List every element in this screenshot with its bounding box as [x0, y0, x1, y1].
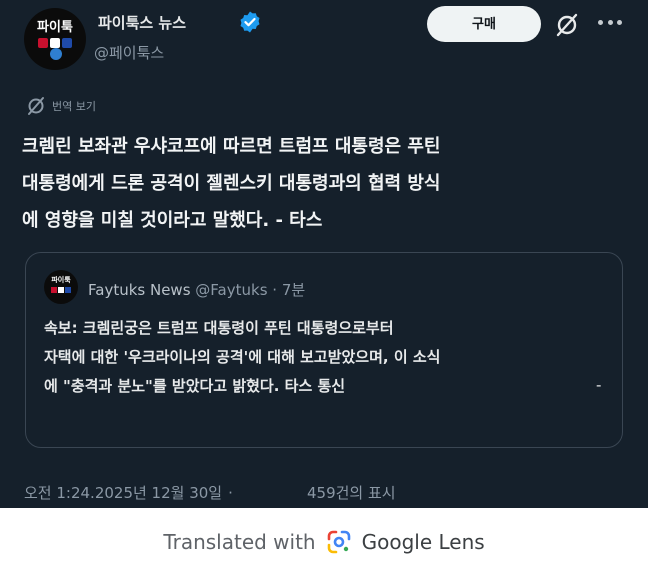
post-line: 대통령에게 드론 공격이 젤렌스키 대통령과의 협력 방식: [22, 173, 441, 194]
buy-button[interactable]: 구매: [427, 6, 541, 42]
meta-separator: ·: [272, 281, 278, 299]
quoted-author-avatar: 파이툭: [44, 270, 78, 304]
post-body: 크렘린 보좌관 우샤코프에 따르면 트럼프 대통령은 푸틴 대통령에게 드론 공…: [22, 128, 622, 239]
quoted-post[interactable]: 파이툭 Faytuks News @Faytuks · 7분 속보: 크렘린궁은…: [25, 252, 623, 448]
quoted-avatar-text: 파이툭: [51, 276, 71, 284]
view-count: 459건의 표시: [307, 484, 396, 502]
translate-post-link[interactable]: 번역 보기: [26, 95, 96, 117]
avatar-flags: [38, 38, 72, 48]
lens-prefix-text: Translated with: [163, 530, 316, 554]
post-header: 파이툭 파이툭스 뉴스 @페이툭스 구매: [0, 0, 648, 90]
quoted-author-name: Faytuks News: [88, 281, 191, 299]
author-avatar[interactable]: 파이툭: [24, 8, 86, 70]
translate-label: 번역 보기: [52, 100, 96, 113]
quoted-line: 에 "충격과 분노"를 받았다고 밝혔다. 타스 통신: [44, 377, 346, 395]
lens-brand-text: Google Lens: [361, 530, 485, 554]
quoted-line: 자택에 대한 '우크라이나의 공격'에 대해 보고받았으며, 이 소식: [44, 348, 441, 366]
grok-icon[interactable]: [554, 12, 580, 38]
post-line: 에 영향을 미칠 것이라고 말했다. - 타스: [22, 210, 323, 231]
translate-icon: [28, 97, 44, 115]
more-options-icon[interactable]: [598, 20, 622, 28]
quoted-author-handle: @Faytuks: [195, 281, 268, 299]
quoted-trailing-dash: -: [596, 376, 602, 394]
google-lens-banner: Translated with Google Lens: [0, 508, 648, 576]
verified-badge-icon: [240, 11, 260, 33]
post-timestamp[interactable]: 오전 1:24.2025년 12월 30일: [24, 484, 222, 502]
quoted-post-time: 7분: [281, 281, 306, 299]
globe-icon: [50, 48, 62, 60]
quoted-post-meta: Faytuks News @Faytuks · 7분: [88, 279, 305, 300]
google-lens-icon: [327, 530, 350, 554]
quoted-post-body: 속보: 크렘린궁은 트럼프 대통령이 푸틴 대통령으로부터 자택에 대한 '우크…: [44, 314, 624, 401]
post-footer-meta: 오전 1:24.2025년 12월 30일 · 459건의 표시: [24, 482, 396, 503]
author-display-name[interactable]: 파이툭스 뉴스: [98, 12, 186, 33]
quoted-line: 속보: 크렘린궁은 트럼프 대통령이 푸틴 대통령으로부터: [44, 319, 394, 337]
post-line: 크렘린 보좌관 우샤코프에 따르면 트럼프 대통령은 푸틴: [22, 136, 441, 157]
author-handle[interactable]: @페이툭스: [94, 42, 164, 63]
avatar-text: 파이툭: [37, 20, 73, 35]
footer-separator: ·: [228, 484, 233, 502]
quoted-avatar-flags: [51, 287, 71, 293]
